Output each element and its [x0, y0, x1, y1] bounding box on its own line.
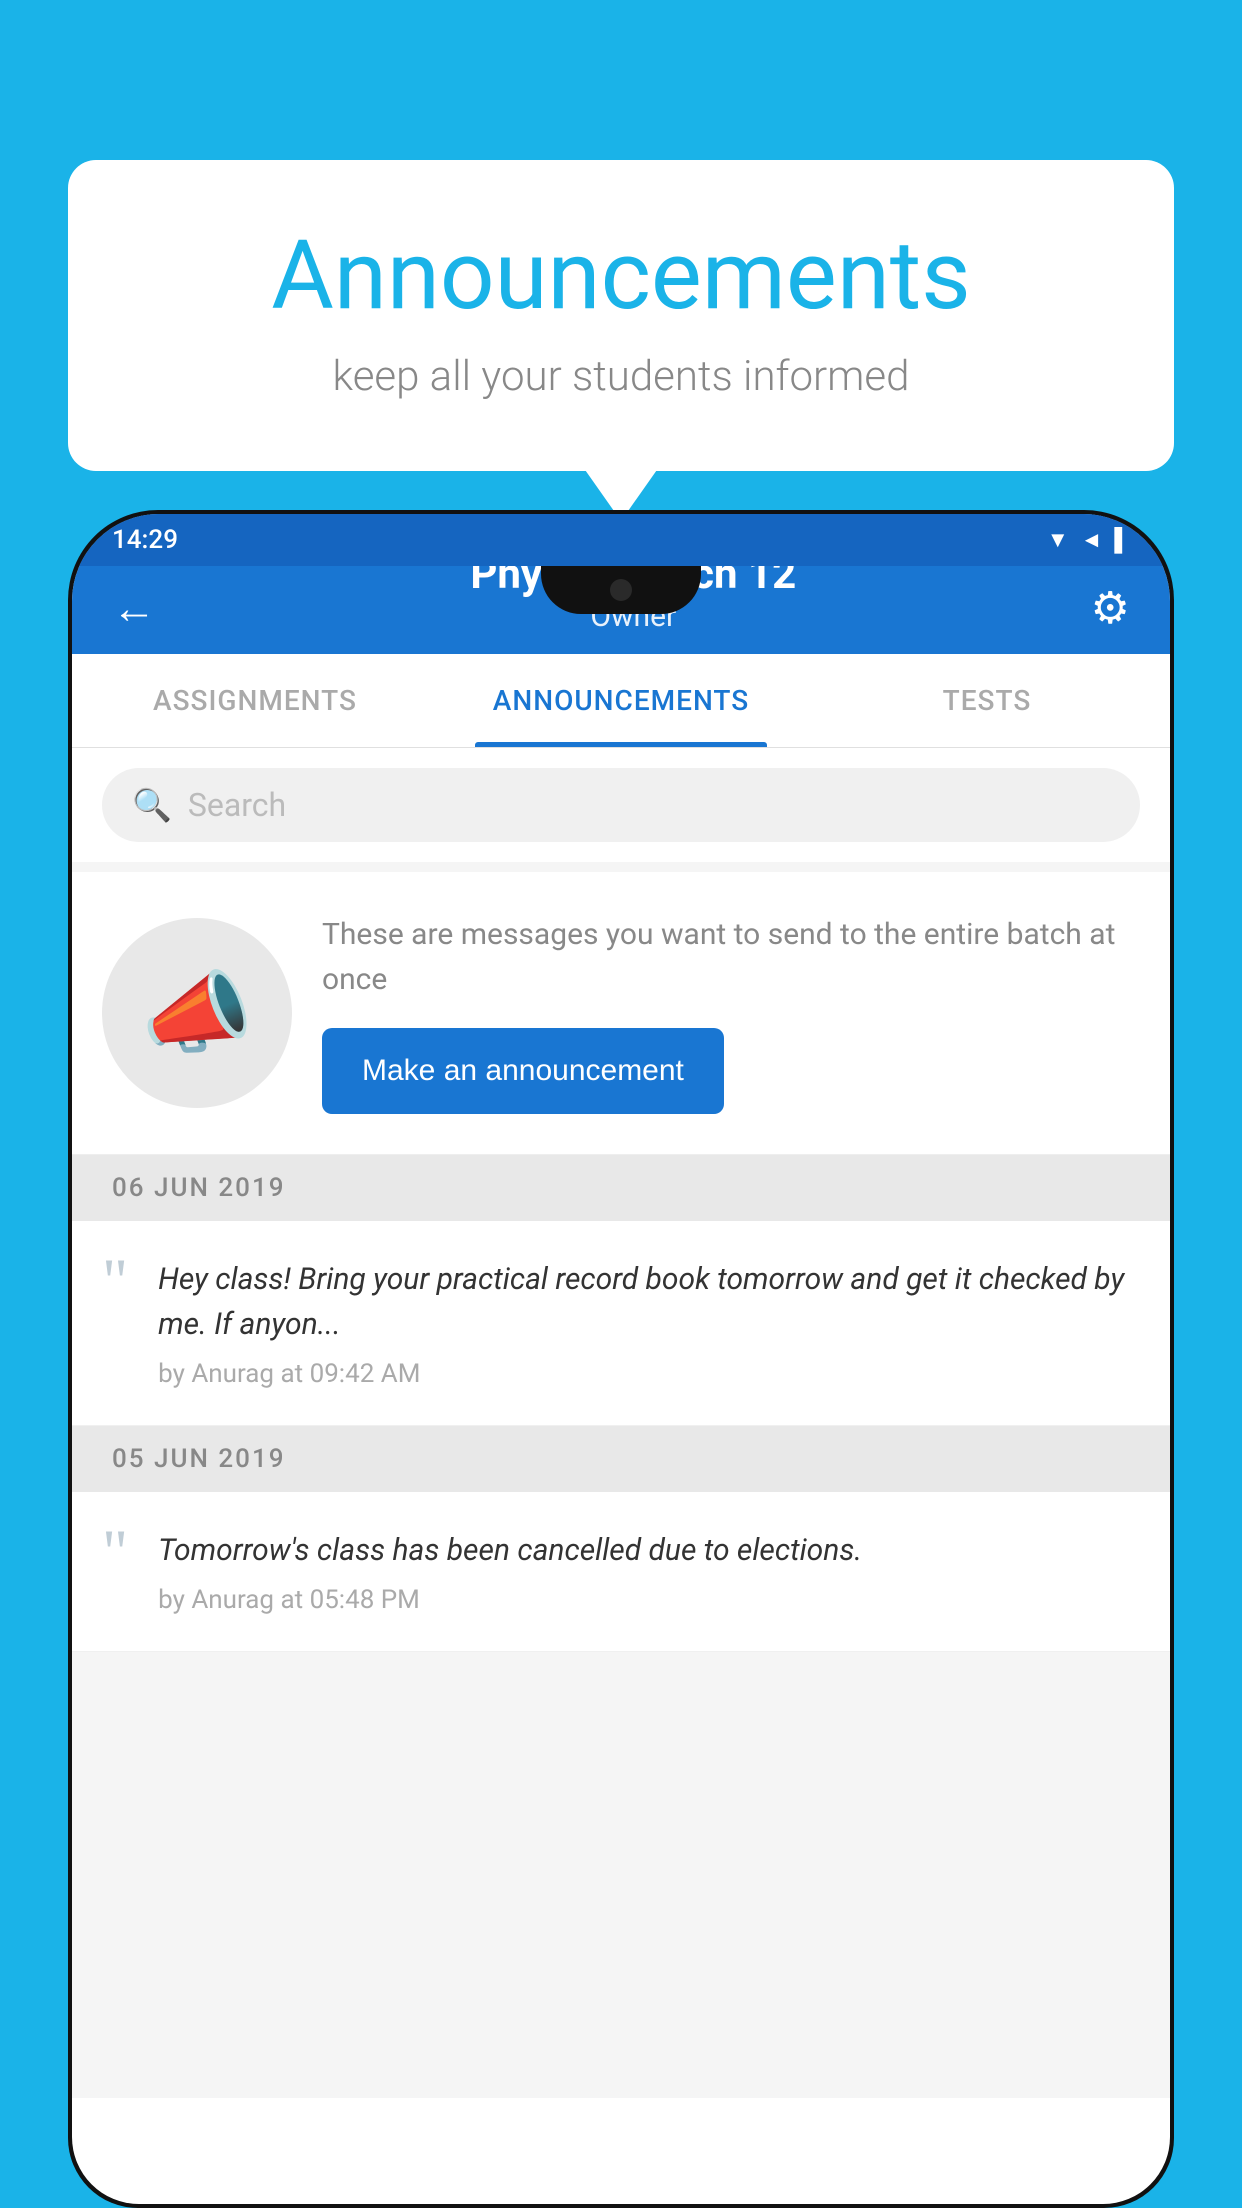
intro-right: These are messages you want to send to t…: [322, 912, 1140, 1114]
tabs-bar: ASSIGNMENTS ANNOUNCEMENTS TESTS: [72, 654, 1170, 748]
announcement-item-1[interactable]: " Hey class! Bring your practical record…: [72, 1221, 1170, 1426]
announcement-meta-1: by Anurag at 09:42 AM: [158, 1359, 1140, 1389]
search-bar[interactable]: 🔍 Search: [102, 768, 1140, 842]
settings-button[interactable]: ⚙: [1091, 582, 1130, 634]
status-time: 14:29: [112, 525, 178, 555]
intro-description: These are messages you want to send to t…: [322, 912, 1140, 1002]
announcement-body-2: Tomorrow's class has been cancelled due …: [158, 1528, 1140, 1573]
battery-icon: ▌: [1114, 527, 1130, 553]
announcement-text-1: Hey class! Bring your practical record b…: [158, 1257, 1140, 1389]
speech-bubble: Announcements keep all your students inf…: [68, 160, 1174, 471]
announcement-intro: 📣 These are messages you want to send to…: [72, 872, 1170, 1155]
status-icons: ▼ ◄ ▌: [1047, 527, 1130, 553]
search-placeholder: Search: [188, 786, 286, 824]
phone-notch: [541, 566, 701, 614]
quote-icon-1: ": [102, 1249, 128, 1313]
announcement-body-1: Hey class! Bring your practical record b…: [158, 1257, 1140, 1347]
status-bar: 14:29 ▼ ◄ ▌: [72, 514, 1170, 566]
back-arrow-icon[interactable]: ←: [112, 582, 156, 634]
bubble-title: Announcements: [148, 220, 1094, 332]
tab-tests[interactable]: TESTS: [804, 654, 1170, 747]
tab-announcements[interactable]: ANNOUNCEMENTS: [438, 654, 804, 747]
announcement-meta-2: by Anurag at 05:48 PM: [158, 1585, 1140, 1615]
search-container: 🔍 Search: [72, 748, 1170, 862]
tab-assignments[interactable]: ASSIGNMENTS: [72, 654, 438, 747]
announcement-text-2: Tomorrow's class has been cancelled due …: [158, 1528, 1140, 1615]
make-announcement-button[interactable]: Make an announcement: [322, 1028, 724, 1114]
speech-bubble-container: Announcements keep all your students inf…: [68, 160, 1174, 471]
phone-frame: 14:29 ▼ ◄ ▌ ← Physics Batch 12 Owner ⚙: [68, 510, 1174, 2208]
signal-icon: ◄: [1081, 527, 1103, 553]
phone-content: 🔍 Search 📣 These are messages you want t…: [72, 748, 1170, 2098]
phone-screen: 14:29 ▼ ◄ ▌ ← Physics Batch 12 Owner ⚙: [72, 514, 1170, 2204]
wifi-icon: ▼: [1047, 527, 1069, 553]
megaphone-icon: 📣: [141, 961, 253, 1066]
date-separator-2: 05 JUN 2019: [72, 1426, 1170, 1492]
bubble-subtitle: keep all your students informed: [148, 352, 1094, 401]
announcement-item-2[interactable]: " Tomorrow's class has been cancelled du…: [72, 1492, 1170, 1652]
header-back[interactable]: ←: [112, 582, 176, 634]
quote-icon-2: ": [102, 1520, 128, 1584]
front-camera: [610, 579, 632, 601]
settings-icon: ⚙: [1091, 582, 1130, 634]
date-separator-1: 06 JUN 2019: [72, 1155, 1170, 1221]
search-icon: 🔍: [132, 786, 172, 824]
megaphone-circle: 📣: [102, 918, 292, 1108]
